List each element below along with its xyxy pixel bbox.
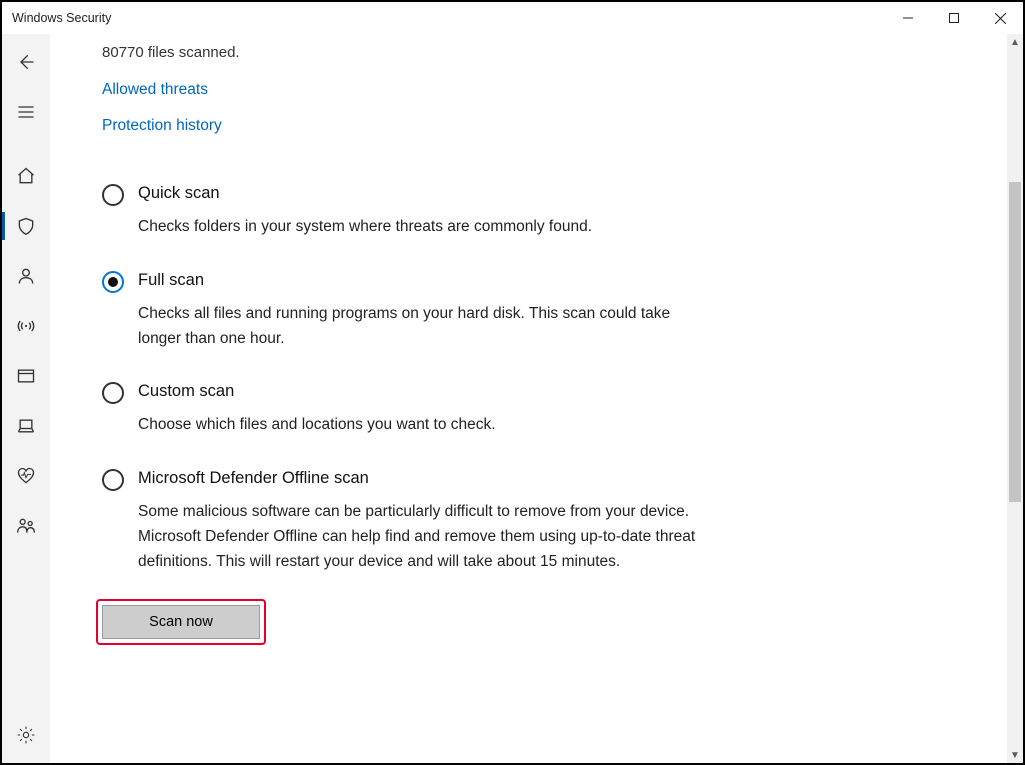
scan-status-text: 80770 files scanned.: [102, 44, 967, 61]
minimize-button[interactable]: [885, 2, 931, 34]
custom-scan-label: Custom scan: [138, 382, 496, 401]
full-scan-radio[interactable]: [102, 271, 124, 293]
sidebar-item-app-browser[interactable]: [2, 356, 50, 396]
browser-icon: [16, 366, 36, 386]
hamburger-icon: [16, 102, 36, 122]
sidebar-item-firewall[interactable]: [2, 306, 50, 346]
sidebar-item-device-performance[interactable]: [2, 456, 50, 496]
quick-scan-label: Quick scan: [138, 184, 592, 203]
person-icon: [16, 266, 36, 286]
offline-scan-desc: Some malicious software can be particula…: [138, 500, 708, 574]
sidebar-item-device-security[interactable]: [2, 406, 50, 446]
close-button[interactable]: [977, 2, 1023, 34]
menu-button[interactable]: [2, 92, 50, 132]
scrollbar-thumb[interactable]: [1009, 182, 1021, 502]
window-title: Windows Security: [12, 11, 111, 25]
scroll-down-arrow[interactable]: ▼: [1007, 747, 1023, 763]
offline-scan-radio[interactable]: [102, 469, 124, 491]
sidebar-item-account-protection[interactable]: [2, 256, 50, 296]
sidebar-item-home[interactable]: [2, 156, 50, 196]
vertical-scrollbar[interactable]: ▲ ▼: [1007, 34, 1023, 763]
titlebar: Windows Security: [2, 2, 1023, 34]
allowed-threats-link[interactable]: Allowed threats: [102, 81, 967, 99]
back-button[interactable]: [2, 42, 50, 82]
close-icon: [995, 13, 1006, 24]
offline-scan-label: Microsoft Defender Offline scan: [138, 469, 708, 488]
full-scan-label: Full scan: [138, 271, 708, 290]
home-icon: [16, 166, 36, 186]
sidebar: [2, 34, 50, 763]
full-scan-desc: Checks all files and running programs on…: [138, 302, 708, 352]
maximize-button[interactable]: [931, 2, 977, 34]
scan-now-button[interactable]: Scan now: [102, 605, 260, 639]
heart-icon: [16, 466, 36, 486]
signal-icon: [16, 316, 36, 336]
content-area: 80770 files scanned. Allowed threats Pro…: [50, 34, 1007, 763]
laptop-icon: [16, 416, 36, 436]
sidebar-item-family-options[interactable]: [2, 506, 50, 546]
gear-icon: [16, 725, 36, 745]
minimize-icon: [903, 13, 913, 23]
custom-scan-radio[interactable]: [102, 382, 124, 404]
family-icon: [16, 516, 36, 536]
quick-scan-desc: Checks folders in your system where thre…: [138, 215, 592, 240]
custom-scan-desc: Choose which files and locations you wan…: [138, 413, 496, 438]
maximize-icon: [949, 13, 959, 23]
protection-history-link[interactable]: Protection history: [102, 117, 967, 135]
back-arrow-icon: [16, 52, 36, 72]
sidebar-item-virus-protection[interactable]: [2, 206, 50, 246]
sidebar-item-settings[interactable]: [2, 715, 50, 755]
quick-scan-radio[interactable]: [102, 184, 124, 206]
shield-icon: [16, 216, 36, 236]
scroll-up-arrow[interactable]: ▲: [1007, 34, 1023, 50]
